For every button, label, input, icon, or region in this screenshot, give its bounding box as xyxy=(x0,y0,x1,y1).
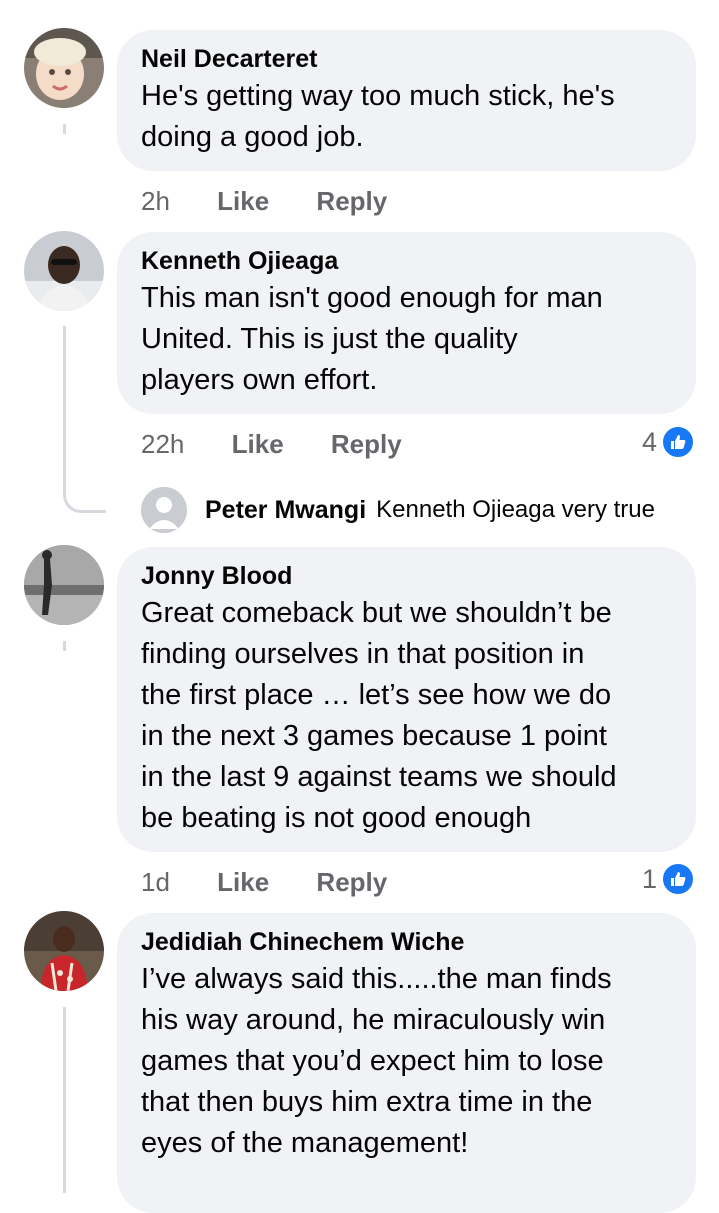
reaction-count: 4 xyxy=(641,426,657,457)
comment-actions: 2h Like Reply xyxy=(141,186,387,217)
like-button[interactable]: Like xyxy=(217,867,269,898)
reply-preview[interactable]: Peter Mwangi Kenneth Ojieaga very true xyxy=(141,486,655,534)
reaction-count: 1 xyxy=(641,863,657,894)
commenter-name[interactable]: Jedidiah Chinechem Wiche xyxy=(141,927,672,957)
reply-connector xyxy=(63,486,106,513)
avatar-jonny[interactable] xyxy=(24,545,104,625)
reply-text: Kenneth Ojieaga very true xyxy=(376,496,655,523)
avatar-jedidiah[interactable] xyxy=(24,911,104,991)
like-thumb-icon xyxy=(661,425,695,459)
like-button[interactable]: Like xyxy=(232,429,284,460)
avatar-kenneth[interactable] xyxy=(24,231,104,311)
comment-bubble[interactable]: Jonny Blood Great comeback but we should… xyxy=(117,547,696,852)
commenter-name[interactable]: Kenneth Ojieaga xyxy=(141,246,672,276)
thread-line xyxy=(63,641,66,651)
comment-text: Great comeback but we shouldn’t be findi… xyxy=(141,597,617,834)
thread-line xyxy=(63,1007,66,1193)
comment-bubble[interactable]: Neil Decarteret He's getting way too muc… xyxy=(117,30,696,171)
thread-line xyxy=(63,326,66,486)
comment-timestamp[interactable]: 2h xyxy=(141,186,170,217)
comment-actions: 1d Like Reply xyxy=(141,867,387,898)
commenter-name[interactable]: Jonny Blood xyxy=(141,561,672,591)
commenter-name[interactable]: Neil Decarteret xyxy=(141,44,672,74)
default-avatar-icon[interactable] xyxy=(141,487,187,533)
comment-text: I’ve always said this.....the man finds … xyxy=(141,963,612,1159)
like-thumb-icon xyxy=(661,862,695,896)
reaction-summary[interactable]: 4 xyxy=(642,425,695,459)
reply-author-name[interactable]: Peter Mwangi xyxy=(205,496,366,525)
comment-text: This man isn't good enough for man Unite… xyxy=(141,282,603,396)
thread-line xyxy=(63,124,66,134)
reply-button[interactable]: Reply xyxy=(316,186,387,217)
reply-button[interactable]: Reply xyxy=(316,867,387,898)
reply-button[interactable]: Reply xyxy=(331,429,402,460)
comment-text: He's getting way too much stick, he's do… xyxy=(141,80,615,153)
reaction-summary[interactable]: 1 xyxy=(642,862,695,896)
comment-actions: 22h Like Reply xyxy=(141,429,402,460)
comment-bubble[interactable]: Kenneth Ojieaga This man isn't good enou… xyxy=(117,232,696,414)
comment-timestamp[interactable]: 1d xyxy=(141,867,170,898)
comment-timestamp[interactable]: 22h xyxy=(141,429,184,460)
comment-bubble[interactable]: Jedidiah Chinechem Wiche I’ve always sai… xyxy=(117,913,696,1213)
avatar-neil[interactable] xyxy=(24,28,104,108)
like-button[interactable]: Like xyxy=(217,186,269,217)
